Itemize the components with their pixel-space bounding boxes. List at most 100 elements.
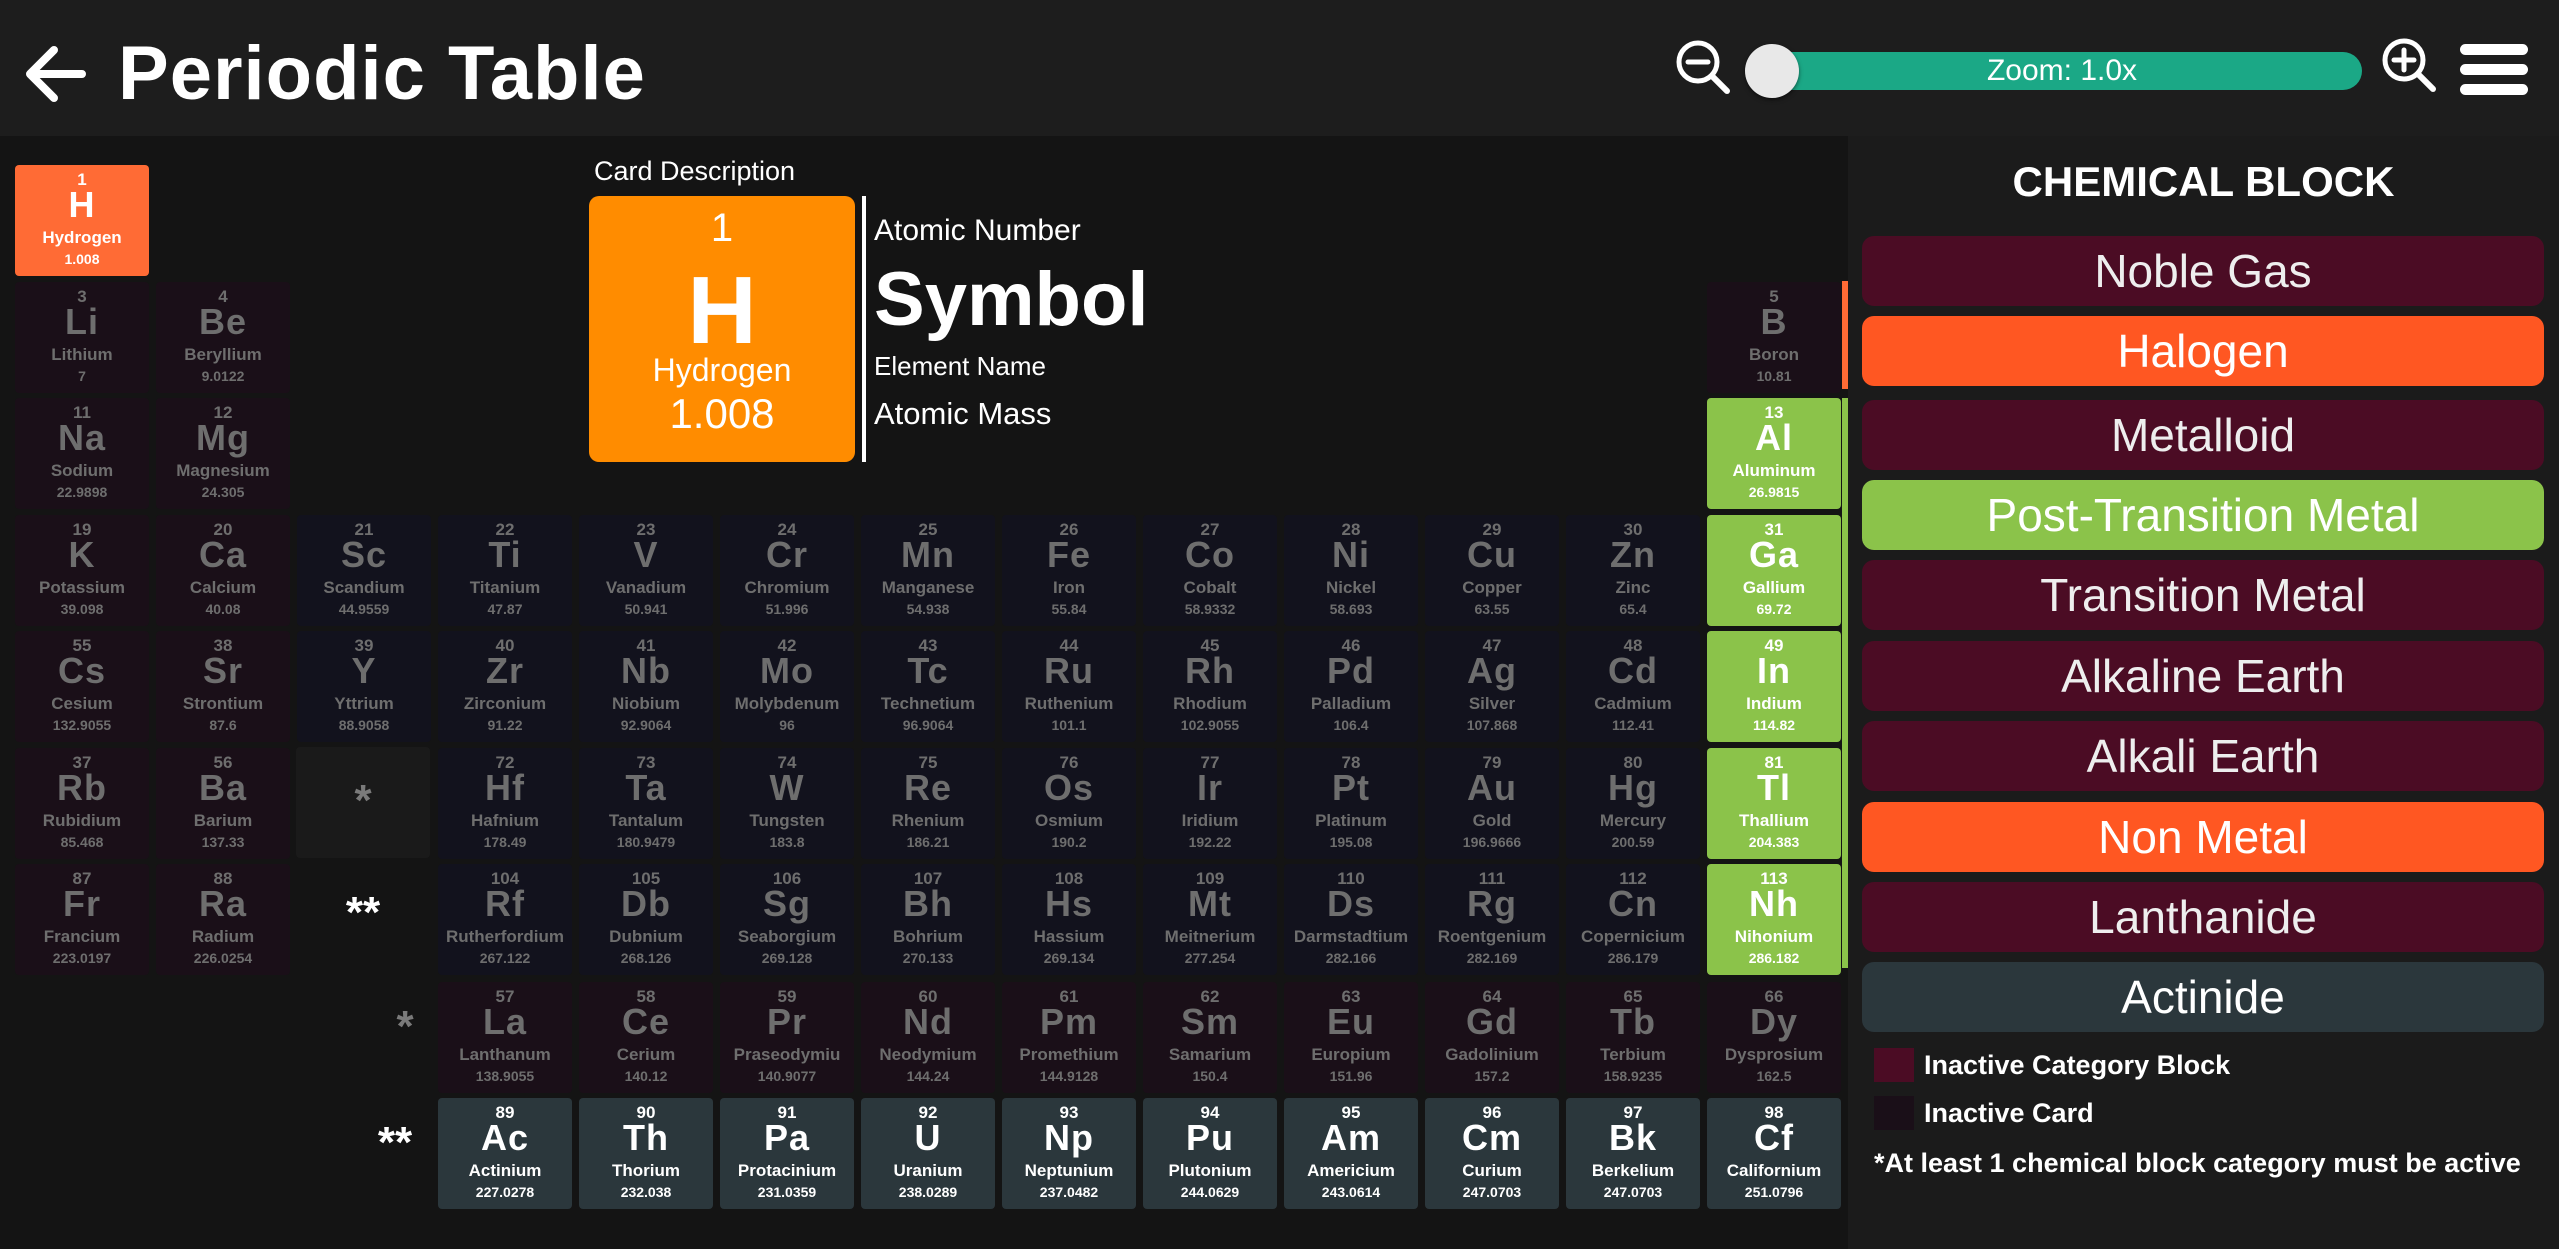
category-halogen-button[interactable]: Halogen <box>1862 316 2544 386</box>
element-symbol: Zr <box>486 650 524 691</box>
element-card-db[interactable]: 105 Db Dubnium 268.126 <box>579 864 713 975</box>
element-card-am[interactable]: 95 Am Americium 243.0614 <box>1284 1098 1418 1209</box>
element-card-la[interactable]: 57 La Lanthanum 138.9055 <box>438 982 572 1093</box>
element-card-gd[interactable]: 64 Gd Gadolinium 157.2 <box>1425 982 1559 1093</box>
element-card-ga[interactable]: 31 Ga Gallium 69.72 <box>1707 514 1841 626</box>
zoom-slider-handle[interactable] <box>1745 44 1799 98</box>
category-non-metal-button[interactable]: Non Metal <box>1862 802 2544 872</box>
element-card-cs[interactable]: 55 Cs Cesium 132.9055 <box>15 631 149 742</box>
element-card-zr[interactable]: 40 Zr Zirconium 91.22 <box>438 631 572 742</box>
element-card-in[interactable]: 49 In Indium 114.82 <box>1707 631 1841 742</box>
element-card-ba[interactable]: 56 Ba Barium 137.33 <box>156 747 290 859</box>
element-card-pu[interactable]: 94 Pu Plutonium 244.0629 <box>1143 1098 1277 1209</box>
element-card-cf[interactable]: 98 Cf Californium 251.0796 <box>1707 1098 1841 1209</box>
element-card-ra[interactable]: 88 Ra Radium 226.0254 <box>156 864 290 975</box>
element-mass: 157.2 <box>1474 1068 1510 1084</box>
element-card-sg[interactable]: 106 Sg Seaborgium 269.128 <box>720 864 854 975</box>
back-arrow-icon[interactable] <box>20 38 92 110</box>
element-card-eu[interactable]: 63 Eu Europium 151.96 <box>1284 982 1418 1093</box>
element-card-ti[interactable]: 22 Ti Titanium 47.87 <box>438 514 572 626</box>
element-mass: 232.038 <box>620 1184 672 1200</box>
element-card-np[interactable]: 93 Np Neptunium 237.0482 <box>1002 1098 1136 1209</box>
element-card-rb[interactable]: 37 Rb Rubidium 85.468 <box>15 747 149 859</box>
element-card-b[interactable]: 5 B Boron 10.81 <box>1707 281 1841 393</box>
element-card-cr[interactable]: 24 Cr Chromium 51.996 <box>720 514 854 626</box>
element-mass: 150.4 <box>1192 1068 1228 1084</box>
element-card-na[interactable]: 11 Na Sodium 22.9898 <box>15 398 149 509</box>
element-card-ca[interactable]: 20 Ca Calcium 40.08 <box>156 514 290 626</box>
element-card-pa[interactable]: 91 Pa Protacinium 231.0359 <box>720 1098 854 1209</box>
category-actinide-button[interactable]: Actinide <box>1862 962 2544 1032</box>
element-card-be[interactable]: 4 Be Beryllium 9.0122 <box>156 281 290 393</box>
category-noble-gas-button[interactable]: Noble Gas <box>1862 236 2544 306</box>
element-card-os[interactable]: 76 Os Osmium 190.2 <box>1002 747 1136 859</box>
element-card-y[interactable]: 39 Y Yttrium 88.9058 <box>297 631 431 742</box>
element-card-ds[interactable]: 110 Ds Darmstadtium 282.166 <box>1284 864 1418 975</box>
element-card-mn[interactable]: 25 Mn Manganese 54.938 <box>861 514 995 626</box>
element-card-fr[interactable]: 87 Fr Francium 223.0197 <box>15 864 149 975</box>
element-card-au[interactable]: 79 Au Gold 196.9666 <box>1425 747 1559 859</box>
element-card-mo[interactable]: 42 Mo Molybdenum 96 <box>720 631 854 742</box>
element-card-hs[interactable]: 108 Hs Hassium 269.134 <box>1002 864 1136 975</box>
element-card-v[interactable]: 23 V Vanadium 50.941 <box>579 514 713 626</box>
element-card-ag[interactable]: 47 Ag Silver 107.868 <box>1425 631 1559 742</box>
element-card-ir[interactable]: 77 Ir Iridium 192.22 <box>1143 747 1277 859</box>
element-card-k[interactable]: 19 K Potassium 39.098 <box>15 514 149 626</box>
element-card-ac[interactable]: 89 Ac Actinium 227.0278 <box>438 1098 572 1209</box>
category-alkaline-earth-button[interactable]: Alkaline Earth <box>1862 641 2544 711</box>
element-card-ta[interactable]: 73 Ta Tantalum 180.9479 <box>579 747 713 859</box>
element-card-hf[interactable]: 72 Hf Hafnium 178.49 <box>438 747 572 859</box>
element-card-h[interactable]: 1 H Hydrogen 1.008 <box>15 165 149 276</box>
element-card-cd[interactable]: 48 Cd Cadmium 112.41 <box>1566 631 1700 742</box>
element-name: Niobium <box>612 694 680 713</box>
element-symbol: Dy <box>1749 1001 1799 1042</box>
element-card-tb[interactable]: 65 Tb Terbium 158.9235 <box>1566 982 1700 1093</box>
element-card-ni[interactable]: 28 Ni Nickel 58.693 <box>1284 514 1418 626</box>
element-card-tc[interactable]: 43 Tc Technetium 96.9064 <box>861 631 995 742</box>
element-card-co[interactable]: 27 Co Cobalt 58.9332 <box>1143 514 1277 626</box>
element-card-re[interactable]: 75 Re Rhenium 186.21 <box>861 747 995 859</box>
element-card-pm[interactable]: 61 Pm Promethium 144.9128 <box>1002 982 1136 1093</box>
category-transition-metal-button[interactable]: Transition Metal <box>1862 560 2544 630</box>
element-card-cn[interactable]: 112 Cn Copernicium 286.179 <box>1566 864 1700 975</box>
category-post-transition-metal-button[interactable]: Post-Transition Metal <box>1862 480 2544 550</box>
element-card-fe[interactable]: 26 Fe Iron 55.84 <box>1002 514 1136 626</box>
element-card-dy[interactable]: 66 Dy Dysprosium 162.5 <box>1707 982 1841 1093</box>
hamburger-menu-icon[interactable] <box>2460 44 2528 96</box>
category-alkali-earth-button[interactable]: Alkali Earth <box>1862 721 2544 791</box>
element-card-th[interactable]: 90 Th Thorium 232.038 <box>579 1098 713 1209</box>
element-card-bh[interactable]: 107 Bh Bohrium 270.133 <box>861 864 995 975</box>
element-card-mt[interactable]: 109 Mt Meitnerium 277.254 <box>1143 864 1277 975</box>
element-card-rg[interactable]: 111 Rg Roentgenium 282.169 <box>1425 864 1559 975</box>
element-card-cu[interactable]: 29 Cu Copper 63.55 <box>1425 514 1559 626</box>
element-card-nb[interactable]: 41 Nb Niobium 92.9064 <box>579 631 713 742</box>
element-card-al[interactable]: 13 Al Aluminum 26.9815 <box>1707 398 1841 509</box>
element-card-zn[interactable]: 30 Zn Zinc 65.4 <box>1566 514 1700 626</box>
element-card-cm[interactable]: 96 Cm Curium 247.0703 <box>1425 1098 1559 1209</box>
category-metalloid-button[interactable]: Metalloid <box>1862 400 2544 470</box>
element-card-pd[interactable]: 46 Pd Palladium 106.4 <box>1284 631 1418 742</box>
element-card-bk[interactable]: 97 Bk Berkelium 247.0703 <box>1566 1098 1700 1209</box>
element-card-tl[interactable]: 81 Tl Thallium 204.383 <box>1707 747 1841 859</box>
element-card-hg[interactable]: 80 Hg Mercury 200.59 <box>1566 747 1700 859</box>
category-lanthanide-button[interactable]: Lanthanide <box>1862 882 2544 952</box>
element-card-ce[interactable]: 58 Ce Cerium 140.12 <box>579 982 713 1093</box>
element-card-nh[interactable]: 113 Nh Nihonium 286.182 <box>1707 864 1841 975</box>
element-card-mg[interactable]: 12 Mg Magnesium 24.305 <box>156 398 290 509</box>
element-card-nd[interactable]: 60 Nd Neodymium 144.24 <box>861 982 995 1093</box>
element-card-sc[interactable]: 21 Sc Scandium 44.9559 <box>297 514 431 626</box>
element-card-rh[interactable]: 45 Rh Rhodium 102.9055 <box>1143 631 1277 742</box>
element-card-sm[interactable]: 62 Sm Samarium 150.4 <box>1143 982 1277 1093</box>
element-card-w[interactable]: 74 W Tungsten 183.8 <box>720 747 854 859</box>
sample-element-name: Hydrogen <box>652 352 792 388</box>
element-card-ru[interactable]: 44 Ru Ruthenium 101.1 <box>1002 631 1136 742</box>
element-card-pr[interactable]: 59 Pr Praseodymiu 140.9077 <box>720 982 854 1093</box>
zoom-out-icon[interactable] <box>1672 36 1732 96</box>
element-name: Scandium <box>323 577 405 597</box>
element-card-li[interactable]: 3 Li Lithium 7 <box>15 281 149 393</box>
element-card-rf[interactable]: 104 Rf Rutherfordium 267.122 <box>438 864 572 975</box>
element-card-pt[interactable]: 78 Pt Platinum 195.08 <box>1284 747 1418 859</box>
element-card-sr[interactable]: 38 Sr Strontium 87.6 <box>156 631 290 742</box>
element-card-u[interactable]: 92 U Uranium 238.0289 <box>861 1098 995 1209</box>
zoom-in-icon[interactable] <box>2378 34 2438 94</box>
